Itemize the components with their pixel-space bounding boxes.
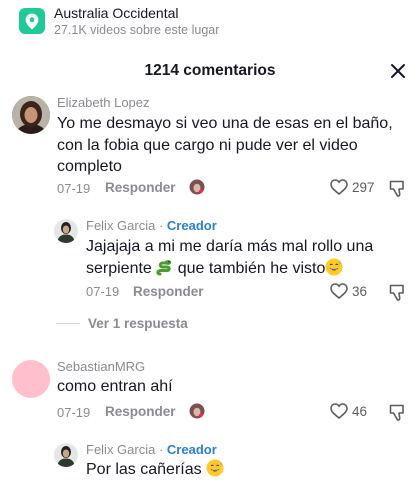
heart-icon (330, 283, 348, 299)
username-text: Felix Garcia (86, 218, 156, 233)
name-separator: · (155, 218, 167, 233)
creator-badge: Creador (166, 442, 217, 457)
location-title: Australia Occidental (54, 5, 179, 21)
comment-text: Jajajaja a mi me daría más mal rollo una… (86, 236, 412, 279)
like-button[interactable]: 297 (330, 179, 375, 195)
reply-button[interactable]: Responder (105, 180, 176, 195)
close-icon (391, 64, 405, 78)
comments-count-title: 1214 comentarios (144, 62, 276, 79)
view-replies-button[interactable]: Ver 1 respuesta (56, 316, 188, 331)
comment-text-part: Por las cañerías (86, 461, 202, 478)
avatar[interactable] (54, 219, 78, 243)
close-button[interactable] (386, 59, 410, 83)
comment-username[interactable]: Felix Garcia · Creador (86, 442, 217, 457)
dislike-icon[interactable] (389, 180, 406, 198)
location-video-count: 27.1K videos sobre este lugar (54, 23, 220, 37)
view-replies-label: Ver 1 respuesta (88, 316, 188, 331)
like-count: 297 (352, 179, 375, 195)
like-button[interactable]: 36 (330, 283, 367, 299)
comment-username[interactable]: Elizabeth Lopez (57, 95, 150, 110)
comment-text: Yo me desmayo si veo una de esas en el b… (57, 115, 393, 175)
creator-liked-icon (189, 179, 205, 195)
snake-emoji-icon (156, 259, 172, 275)
heart-icon (330, 179, 348, 195)
dislike-icon[interactable] (389, 404, 406, 422)
comment-date: 07-19 (86, 284, 120, 299)
divider (56, 323, 80, 324)
comment-text-part: que también he visto (173, 259, 326, 277)
comment-date: 07-19 (57, 181, 91, 196)
comment-username[interactable]: Felix Garcia · Creador (86, 218, 217, 233)
creator-liked-icon (189, 403, 205, 419)
like-button[interactable]: 46 (330, 403, 367, 419)
comment-date: 07-19 (57, 405, 91, 420)
name-separator: · (155, 442, 167, 457)
avatar[interactable] (12, 360, 50, 398)
username-text: Felix Garcia (86, 442, 156, 457)
avatar[interactable] (54, 443, 78, 467)
reply-button[interactable]: Responder (133, 284, 204, 299)
location-bar[interactable]: Australia Occidental 27.1K videos sobre … (0, 0, 420, 44)
comment-text: como entran ahí (57, 378, 173, 395)
location-pin-icon (19, 8, 45, 34)
grinning-sweat-emoji-icon (325, 258, 343, 275)
comment-username[interactable]: SebastianMRG (57, 359, 145, 374)
reply-button[interactable]: Responder (105, 404, 176, 419)
comment-text: Por las cañerías (86, 459, 412, 481)
dislike-icon[interactable] (389, 284, 406, 302)
heart-icon (330, 403, 348, 419)
like-count: 46 (352, 403, 368, 419)
avatar[interactable] (12, 96, 50, 134)
like-count: 36 (352, 283, 368, 299)
creator-badge: Creador (166, 218, 217, 233)
grinning-sweat-emoji-icon (206, 459, 224, 477)
